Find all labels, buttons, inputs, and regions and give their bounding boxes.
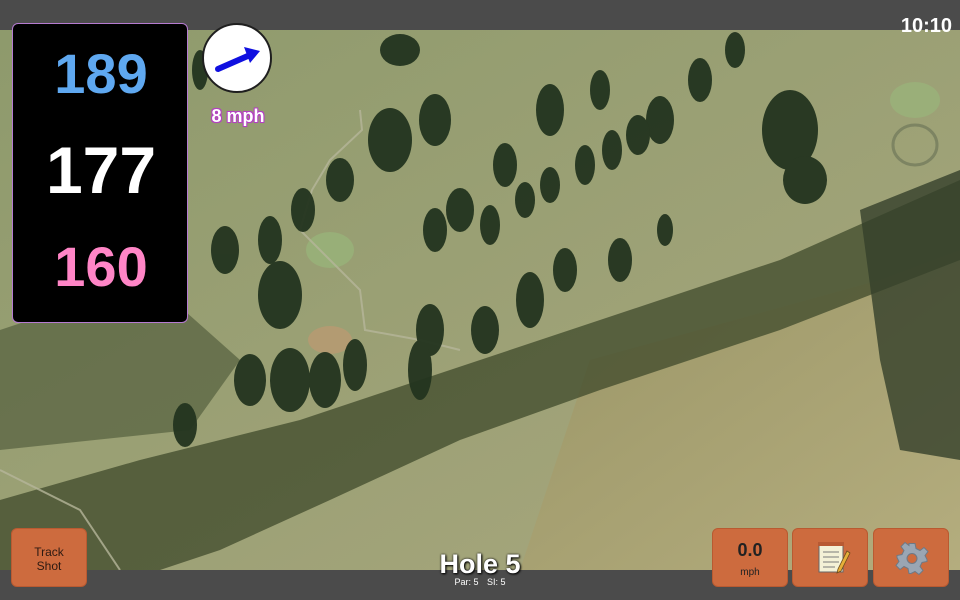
hole-info: Par: 5 SI: 5 [380, 577, 580, 587]
hole-par: Par: 5 [454, 577, 479, 587]
clock-time: 10:10 [900, 15, 952, 37]
wind-indicator [202, 23, 272, 93]
back-of-green-distance: 189 [54, 42, 148, 105]
hole-title: Hole 5 [439, 549, 521, 579]
hole-stroke-index: SI: 5 [487, 577, 506, 587]
track-shot-button[interactable]: Track Shot [11, 528, 87, 587]
wind-arrow-icon [215, 47, 260, 72]
track-shot-label-line2: Shot [36, 559, 62, 573]
settings-button[interactable] [873, 528, 949, 587]
gear-icon [895, 541, 929, 576]
front-of-green-distance: 160 [54, 235, 148, 298]
speed-value: 0.0 [737, 540, 763, 560]
middle-of-green-distance: 177 [45, 133, 157, 207]
track-shot-label-line1: Track [34, 545, 64, 559]
speed-button[interactable]: 0.0 mph [712, 528, 788, 587]
notes-button[interactable] [792, 528, 868, 587]
yardage-panel: 189 177 160 [12, 23, 188, 323]
speed-unit: mph [740, 567, 760, 578]
wind-speed-label: 8 mph [211, 106, 265, 126]
notepad-icon [818, 542, 851, 574]
